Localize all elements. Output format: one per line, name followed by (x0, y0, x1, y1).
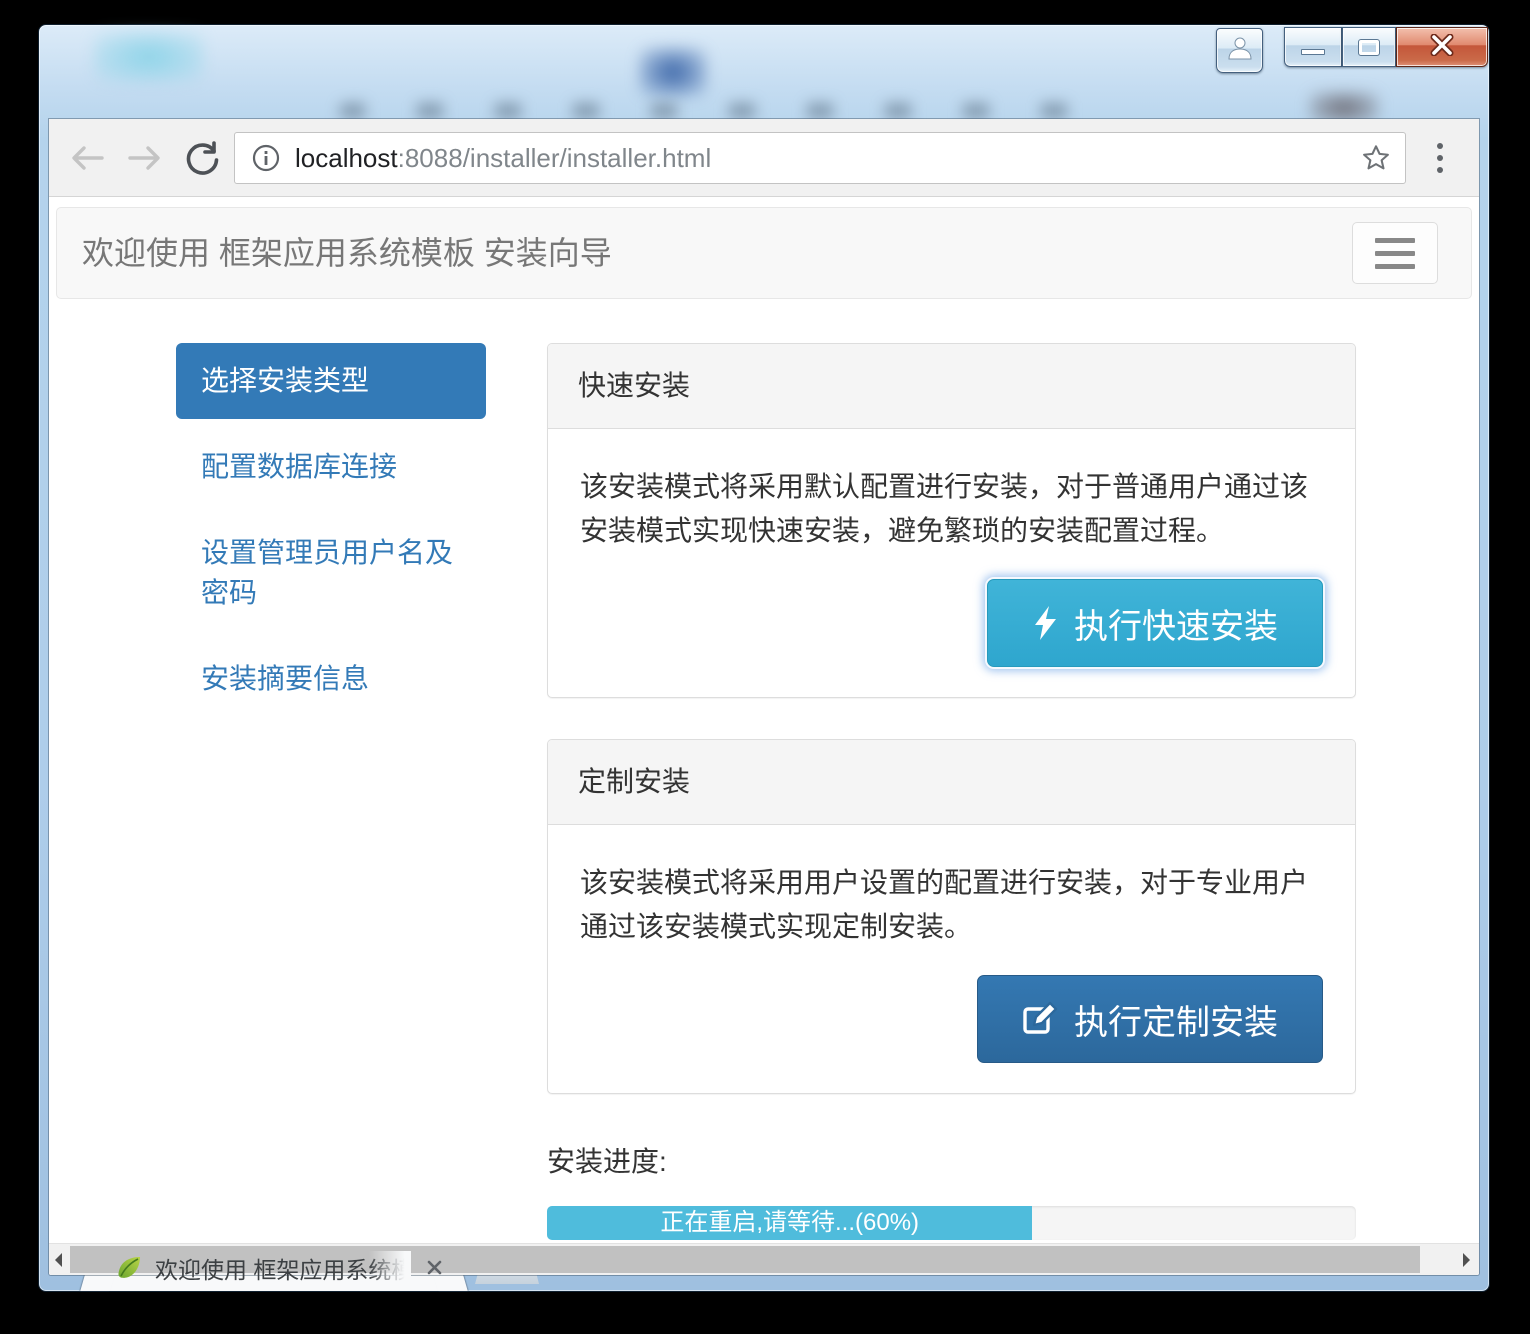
custom-install-panel: 定制安装 该安装模式将采用用户设置的配置进行安装，对于专业用户通过该安装模式实现… (547, 739, 1356, 1094)
maximize-icon (1359, 40, 1379, 55)
reload-icon[interactable] (183, 138, 223, 178)
sidebar-item-admin-account[interactable]: 设置管理员用户名及密码 (176, 515, 486, 631)
profile-button[interactable] (1216, 28, 1263, 73)
page-navbar: 欢迎使用 框架应用系统模板 安装向导 (56, 207, 1472, 299)
quick-install-panel: 快速安装 该安装模式将采用默认配置进行安装，对于普通用户通过该安装模式实现快速安… (547, 343, 1356, 698)
hamburger-icon (1375, 238, 1415, 243)
scroll-right-icon[interactable] (1463, 1253, 1470, 1267)
panel-description: 该安装模式将采用默认配置进行安装，对于普通用户通过该安装模式实现快速安装，避免繁… (580, 465, 1323, 553)
browser-menu-icon[interactable] (1429, 139, 1451, 177)
minimize-button[interactable] (1284, 27, 1342, 67)
install-progress-bar: 正在重启,请等待...(60%) (547, 1206, 1356, 1240)
browser-tab[interactable]: 欢迎使用 框架应用系统模板 安装向导 (101, 1244, 447, 1291)
url-text: localhost:8088/installer/installer.html (295, 143, 711, 174)
page-title: 欢迎使用 框架应用系统模板 安装向导 (82, 208, 1471, 298)
panel-description: 该安装模式将采用用户设置的配置进行安装，对于专业用户通过该安装模式实现定制安装。 (580, 861, 1323, 949)
close-icon (1428, 34, 1456, 61)
flash-icon (1032, 605, 1058, 641)
browser-content: localhost:8088/installer/installer.html … (49, 119, 1479, 1275)
scroll-left-icon[interactable] (55, 1253, 62, 1267)
maximize-button[interactable] (1342, 27, 1396, 67)
custom-install-button[interactable]: 执行定制安装 (977, 975, 1323, 1063)
browser-window: 欢迎使用 框架应用系统模板 安装向导 (38, 24, 1490, 1292)
installer-steps-nav: 选择安装类型 配置数据库连接 设置管理员用户名及密码 安装摘要信息 (176, 343, 486, 1240)
navbar-toggle-button[interactable] (1352, 222, 1438, 284)
tab-title: 欢迎使用 框架应用系统模板 安装向导 (155, 1251, 411, 1285)
edit-icon (1022, 1001, 1058, 1037)
tab-title-fade (369, 1251, 411, 1285)
progress-fill: 正在重启,请等待...(60%) (547, 1206, 1032, 1240)
tab-close-icon[interactable] (421, 1255, 447, 1281)
glass-reflection (94, 31, 204, 83)
bookmark-star-icon[interactable] (1361, 143, 1391, 173)
browser-toolbar: localhost:8088/installer/installer.html (49, 119, 1479, 197)
close-button[interactable] (1396, 27, 1488, 67)
minimize-icon (1301, 49, 1325, 55)
glass-reflection (339, 103, 1119, 119)
sidebar-item-install-type[interactable]: 选择安装类型 (176, 343, 486, 419)
glass-reflection (639, 47, 707, 97)
page-info-icon[interactable] (251, 143, 281, 173)
sidebar-item-summary[interactable]: 安装摘要信息 (176, 641, 486, 717)
forward-icon[interactable] (125, 138, 165, 178)
sidebar-item-database[interactable]: 配置数据库连接 (176, 429, 486, 505)
back-icon[interactable] (67, 138, 107, 178)
user-icon (1227, 34, 1253, 67)
address-bar[interactable]: localhost:8088/installer/installer.html (234, 132, 1406, 184)
panel-title: 快速安装 (548, 344, 1355, 429)
spring-leaf-icon (115, 1254, 143, 1282)
quick-install-button[interactable]: 执行快速安装 (987, 579, 1323, 667)
progress-label: 安装进度: (547, 1140, 1356, 1180)
web-page: 欢迎使用 框架应用系统模板 安装向导 选择安装类型 配置数据库连接 设置管理员用… (49, 198, 1479, 1243)
panel-title: 定制安装 (548, 740, 1355, 825)
